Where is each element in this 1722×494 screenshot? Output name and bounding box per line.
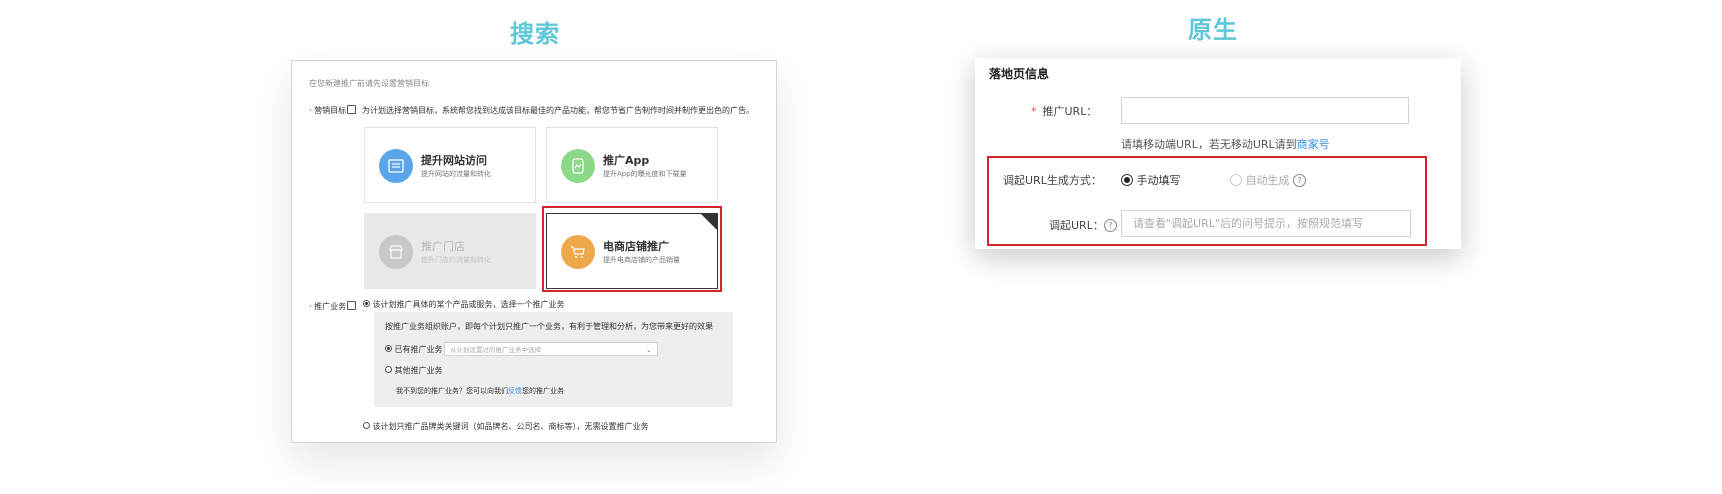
- goal-description: 为计划选择营销目标，系统帮您找到达成该目标最佳的产品功能，帮您节省广告制作时间并…: [362, 106, 754, 115]
- business-select[interactable]: 从计划设置过的推广业务中选择 ⌄: [444, 342, 658, 356]
- radio-disabled: [1230, 174, 1242, 186]
- store-icon: [379, 235, 413, 269]
- goal-card-title: 提升网站访问: [421, 154, 487, 167]
- landing-page-panel: 落地页信息 * 推广URL： 请填移动端URL，若无移动URL请到商家号 调起UR…: [975, 58, 1461, 249]
- radio-selected[interactable]: [385, 345, 392, 352]
- highlight-box: [542, 206, 722, 292]
- merchant-link[interactable]: 商家号: [1297, 138, 1330, 151]
- radio-selected[interactable]: [1121, 174, 1133, 186]
- native-section-title: 原生: [1188, 16, 1238, 44]
- goal-card-title: 推广门店: [421, 240, 465, 253]
- help-icon[interactable]: [347, 105, 357, 114]
- business-option-specific[interactable]: 该计划推广具体的某个产品或服务，选择一个推广业务: [363, 299, 565, 310]
- required-marker: *: [1031, 105, 1037, 118]
- business-label: · 推广业务: [309, 301, 357, 312]
- feedback-link[interactable]: 反馈: [508, 387, 522, 395]
- promo-url-label: * 推广URL：: [1031, 105, 1098, 118]
- help-icon[interactable]: [347, 301, 357, 310]
- radio-unselected[interactable]: [363, 422, 370, 429]
- radio-unselected[interactable]: [385, 366, 392, 373]
- panel-title: 落地页信息: [989, 67, 1050, 81]
- website-icon: [379, 149, 413, 183]
- invoke-url-input[interactable]: 请查看"调起URL"后的问号提示，按照规范填写: [1121, 210, 1411, 237]
- business-box-description: 按推广业务组织账户，即每个计划只推广一个业务，有利于管理和分析，为您带来更好的效…: [385, 322, 713, 331]
- goal-card-website[interactable]: 提升网站访问 提升网站的流量和转化: [364, 127, 536, 203]
- help-icon[interactable]: ?: [1103, 218, 1117, 232]
- help-icon[interactable]: ?: [1293, 173, 1306, 187]
- invoke-gen-label: 调起URL生成方式：: [1003, 174, 1102, 187]
- goal-card-store: 推广门店 提升门店的流量和转化: [364, 213, 536, 289]
- goal-card-app[interactable]: 推广App 提升App的曝光度和下载量: [546, 127, 718, 203]
- search-section-title: 搜索: [510, 20, 560, 48]
- invoke-url-label: 调起URL：?: [1049, 217, 1117, 233]
- business-option-brand[interactable]: 该计划只推广品牌类关键词（如品牌名、公司名、商标等），无需设置推广业务: [363, 421, 649, 432]
- url-hint: 请填移动端URL，若无移动URL请到商家号: [1121, 138, 1330, 151]
- auto-generate-option: 自动生成 ?: [1230, 172, 1306, 188]
- promo-url-input[interactable]: [1121, 97, 1409, 124]
- goal-label: · 营销目标: [309, 105, 357, 116]
- existing-business-option[interactable]: 已有推广业务: [385, 344, 443, 355]
- goal-card-subtitle: 提升App的曝光度和下载量: [603, 170, 687, 178]
- manual-fill-option[interactable]: 手动填写: [1121, 172, 1181, 188]
- panel-heading: 在您新建推广前请先设置营销目标: [309, 79, 429, 88]
- other-business-option[interactable]: 其他推广业务: [385, 365, 443, 376]
- feedback-text: 我不到您的推广业务？您可以向我们反馈您的推广业务: [396, 387, 564, 395]
- goal-card-subtitle: 提升网站的流量和转化: [421, 170, 491, 178]
- goal-card-subtitle: 提升门店的流量和转化: [421, 256, 491, 264]
- chevron-down-icon: ⌄: [646, 346, 652, 354]
- goal-card-title: 推广App: [603, 154, 650, 167]
- marketing-goal-panel: 在您新建推广前请先设置营销目标 · 营销目标 为计划选择营销目标，系统帮您找到达…: [291, 60, 777, 443]
- app-icon: [561, 149, 595, 183]
- radio-selected[interactable]: [363, 300, 370, 307]
- business-detail-box: 按推广业务组织账户，即每个计划只推广一个业务，有利于管理和分析，为您带来更好的效…: [374, 312, 733, 407]
